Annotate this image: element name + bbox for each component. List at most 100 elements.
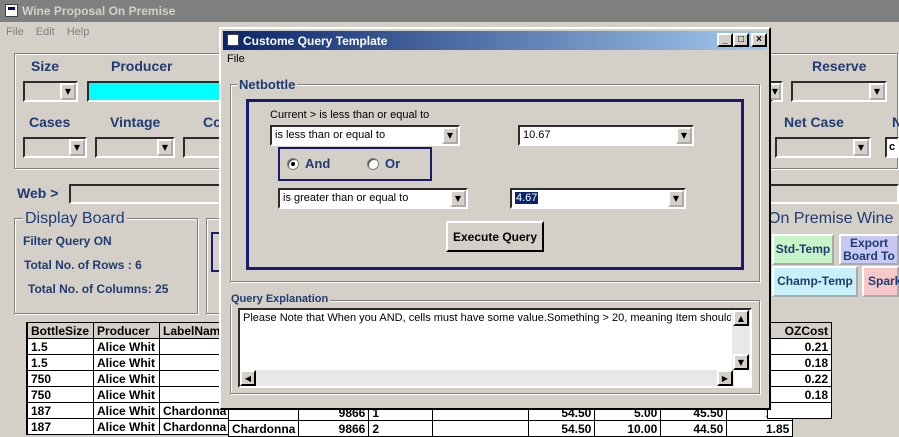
- chevron-down-icon[interactable]: ▼: [668, 190, 684, 207]
- champ-temp-button[interactable]: Champ-Temp: [772, 266, 858, 297]
- app-icon: [5, 4, 18, 17]
- chevron-down-icon[interactable]: ▼: [69, 139, 85, 156]
- scroll-right-icon[interactable]: ▶: [717, 370, 733, 386]
- total-columns: Total No. of Columns: 25: [28, 282, 169, 296]
- dialog-title-bar: Custome Query Template _ □ ×: [223, 31, 767, 50]
- grid-cell[interactable]: Chardonna: [158, 418, 231, 435]
- size-combo[interactable]: ▼: [23, 81, 78, 102]
- grid-cell[interactable]: 2: [368, 420, 434, 437]
- ozcost-column: OZCost 0.21 0.18 0.22 0.18: [767, 322, 832, 419]
- grid-cell[interactable]: 9866: [298, 420, 370, 437]
- close-icon[interactable]: ×: [751, 33, 767, 47]
- grid-cell[interactable]: 1.5: [27, 354, 94, 371]
- main-title-bar: Wine Proposal On Premise: [0, 0, 899, 22]
- explanation-textarea[interactable]: Please Note that When you AND, cells mus…: [238, 308, 752, 388]
- reserve-combo[interactable]: ▼: [791, 81, 887, 102]
- grid-cell[interactable]: 0.18: [767, 386, 832, 403]
- grid-header[interactable]: BottleSize: [27, 322, 94, 339]
- chevron-down-icon[interactable]: ▼: [853, 139, 869, 156]
- grid-cell[interactable]: Alice Whit: [93, 354, 160, 371]
- combo-edge-1[interactable]: ▼: [769, 81, 783, 102]
- grid-cell[interactable]: 44.50: [660, 420, 728, 437]
- table-row: 0.18: [767, 354, 832, 371]
- scroll-down-icon[interactable]: ▼: [733, 354, 749, 370]
- chevron-down-icon[interactable]: ▼: [442, 127, 458, 144]
- table-row: 750 Alice Whit: [27, 370, 231, 387]
- condition2-operator[interactable]: is greater than or equal to ▼: [278, 188, 468, 209]
- chevron-down-icon[interactable]: ▼: [869, 83, 885, 100]
- grid-cell[interactable]: [767, 402, 832, 419]
- vintage-combo[interactable]: ▼: [95, 137, 175, 158]
- grid-cell[interactable]: 187: [27, 402, 94, 419]
- execute-query-button[interactable]: Execute Query: [446, 221, 544, 252]
- minimize-icon[interactable]: _: [717, 33, 733, 47]
- grid-cell[interactable]: Alice Whit: [93, 418, 160, 435]
- and-radio[interactable]: [287, 158, 299, 170]
- condition1-operator[interactable]: is less than or equal to ▼: [270, 125, 460, 146]
- grid-cell[interactable]: 0.18: [767, 354, 832, 371]
- condition1-value[interactable]: 10.67 ▼: [518, 125, 694, 146]
- net-case-combo[interactable]: ▼: [775, 137, 871, 158]
- or-radio[interactable]: [367, 158, 379, 170]
- scroll-left-icon[interactable]: ◀: [240, 370, 256, 386]
- grid-cell[interactable]: 10.00: [594, 420, 662, 437]
- grid-cell[interactable]: 0.22: [767, 370, 832, 387]
- grid-header[interactable]: Producer: [93, 322, 160, 339]
- grid-cell[interactable]: [432, 420, 530, 437]
- export-board-button[interactable]: Export Board To: [839, 234, 899, 265]
- grid-cell[interactable]: 750: [27, 370, 94, 387]
- grid-cell[interactable]: 1.5: [27, 338, 94, 355]
- n-combo-value: c: [889, 141, 896, 153]
- web-label: Web >: [17, 185, 59, 201]
- grid-cell[interactable]: 187: [27, 418, 94, 435]
- table-row: 1.5 Alice Whit: [27, 354, 231, 371]
- explanation-label: Query Explanation: [229, 293, 331, 305]
- vintage-label: Vintage: [110, 114, 161, 130]
- grid-cell[interactable]: Alice Whit: [93, 386, 160, 403]
- cases-combo[interactable]: ▼: [23, 137, 87, 158]
- horizontal-scrollbar[interactable]: ◀ ▶: [240, 370, 734, 386]
- chevron-down-icon[interactable]: ▼: [450, 190, 466, 207]
- scroll-up-icon[interactable]: ▲: [733, 310, 749, 326]
- table-row: 750 Alice Whit: [27, 386, 231, 403]
- chevron-down-icon[interactable]: ▼: [157, 139, 173, 156]
- table-row: Chardonna 9866 2 54.50 10.00 44.50 1.85: [227, 420, 794, 437]
- grid-header[interactable]: OZCost: [767, 322, 832, 339]
- condition1-value-text: 10.67: [523, 129, 551, 141]
- condition2-value[interactable]: 4.67 ▼: [510, 188, 686, 209]
- n-combo[interactable]: c: [885, 137, 899, 158]
- reserve-label: Reserve: [812, 58, 867, 74]
- grid-cell[interactable]: 54.50: [528, 420, 596, 437]
- vertical-scrollbar[interactable]: ▲ ▼: [732, 310, 750, 370]
- grid-cell[interactable]: Alice Whit: [93, 370, 160, 387]
- grid-cell[interactable]: 750: [27, 386, 94, 403]
- maximize-icon[interactable]: □: [733, 33, 749, 47]
- spark-button[interactable]: Spark: [862, 266, 899, 297]
- grid-cell[interactable]: Chardonna: [227, 420, 300, 437]
- menu-edit[interactable]: Edit: [30, 26, 61, 38]
- table-row: 0.21: [767, 338, 832, 355]
- chevron-down-icon[interactable]: ▼: [60, 83, 76, 100]
- grid-cell[interactable]: Alice Whit: [93, 402, 160, 419]
- dialog-menu-file[interactable]: File: [227, 53, 245, 65]
- or-label: Or: [385, 156, 401, 171]
- display-board-title: Display Board: [23, 210, 127, 228]
- table-row: [767, 402, 832, 419]
- producer-combo[interactable]: [87, 81, 227, 102]
- grid-cell[interactable]: Alice Whit: [93, 338, 160, 355]
- dialog-app-icon: [227, 34, 239, 46]
- menu-help[interactable]: Help: [61, 26, 96, 38]
- std-temp-button[interactable]: Std-Temp: [772, 234, 834, 265]
- and-label: And: [305, 156, 331, 171]
- grid-cell[interactable]: 1.85: [726, 420, 794, 437]
- n-label: N: [892, 114, 899, 130]
- producer-label: Producer: [111, 58, 173, 74]
- dialog-title: Custome Query Template: [243, 33, 388, 48]
- condition2-operator-value: is greater than or equal to: [283, 192, 409, 204]
- menu-file[interactable]: File: [0, 26, 30, 38]
- co-combo[interactable]: [183, 137, 223, 158]
- query-template-dialog: Custome Query Template _ □ × File Netbot…: [219, 27, 771, 410]
- chevron-down-icon[interactable]: ▼: [676, 127, 692, 144]
- grid-cell[interactable]: 0.21: [767, 338, 832, 355]
- data-grid: BottleSize Producer LabelNam 1.5 Alice Wh…: [26, 322, 231, 435]
